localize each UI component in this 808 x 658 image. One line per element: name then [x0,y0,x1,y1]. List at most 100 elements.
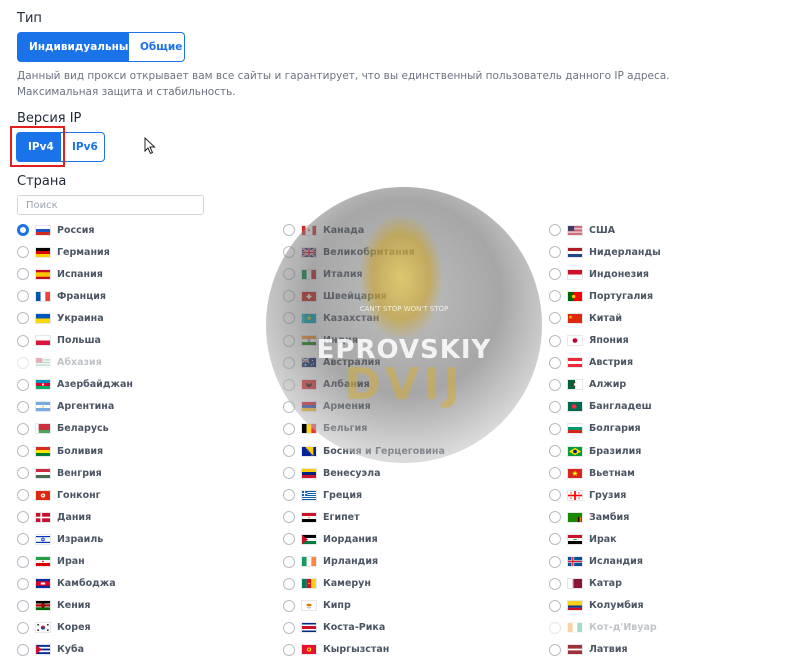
country-radio[interactable] [17,290,29,302]
country-radio[interactable] [17,489,29,501]
country-radio[interactable] [549,578,561,590]
country-radio[interactable] [549,467,561,479]
country-option[interactable]: Иордания [283,531,378,547]
country-radio[interactable] [283,401,295,413]
country-option[interactable]: Швейцария [283,288,387,304]
country-radio[interactable] [17,335,29,347]
country-option[interactable]: Украина [17,310,104,326]
country-option[interactable]: Бельгия [283,421,367,437]
country-option[interactable]: Иран [17,554,85,570]
country-option[interactable]: Франция [17,288,106,304]
country-radio[interactable] [283,423,295,435]
country-radio[interactable] [549,401,561,413]
country-radio[interactable] [283,489,295,501]
country-radio[interactable] [549,357,561,369]
country-option[interactable]: Алжир [549,377,626,393]
ipv6-button[interactable]: IPv6 [60,132,105,162]
country-option[interactable]: Кыргызстан [283,642,389,658]
country-option[interactable]: Индия [283,333,358,349]
country-option[interactable]: Куба [17,642,84,658]
country-radio[interactable] [17,467,29,479]
country-option[interactable]: Грузия [549,487,626,503]
country-radio[interactable] [283,268,295,280]
country-option[interactable]: Кения [17,598,91,614]
country-option[interactable]: США [549,222,615,238]
country-option[interactable]: Россия [17,222,95,238]
country-option[interactable]: Великобритания [283,244,415,260]
country-radio[interactable] [17,379,29,391]
country-radio[interactable] [549,224,561,236]
country-radio[interactable] [17,312,29,324]
country-radio[interactable] [283,467,295,479]
country-radio[interactable] [17,224,29,236]
country-option[interactable]: Португалия [549,288,653,304]
country-radio[interactable] [283,600,295,612]
country-option[interactable]: Египет [283,509,360,525]
country-option[interactable]: Замбия [549,509,629,525]
country-option[interactable]: Колумбия [549,598,644,614]
country-option[interactable]: Кипр [283,598,351,614]
country-radio[interactable] [17,533,29,545]
country-option[interactable]: Босния и Герцеговина [283,443,445,459]
country-radio[interactable] [549,489,561,501]
country-option[interactable]: Камерун [283,576,371,592]
country-option[interactable]: Бразилия [549,443,641,459]
country-option[interactable]: Канада [283,222,364,238]
country-radio[interactable] [283,335,295,347]
country-radio[interactable] [549,379,561,391]
country-option[interactable]: Вьетнам [549,465,635,481]
country-option[interactable]: Израиль [17,531,103,547]
country-radio[interactable] [17,556,29,568]
country-option[interactable]: Ирландия [283,554,378,570]
country-option[interactable]: Венгрия [17,465,102,481]
country-option[interactable]: Аргентина [17,399,114,415]
country-radio[interactable] [17,644,29,656]
country-option[interactable]: Венесуэла [283,465,381,481]
country-radio[interactable] [549,246,561,258]
country-option[interactable]: Польша [17,333,101,349]
country-radio[interactable] [17,511,29,523]
country-radio[interactable] [283,556,295,568]
country-option[interactable]: Болгария [549,421,641,437]
country-radio[interactable] [549,268,561,280]
country-option[interactable]: Гонконг [17,487,101,503]
country-radio[interactable] [283,533,295,545]
type-shared-button[interactable]: Общие [128,32,185,62]
country-option[interactable]: Катар [549,576,622,592]
country-option[interactable]: Латвия [549,642,628,658]
country-option[interactable]: Китай [549,310,622,326]
country-radio[interactable] [549,511,561,523]
country-radio[interactable] [549,290,561,302]
country-option[interactable]: Албания [283,377,370,393]
country-radio[interactable] [283,578,295,590]
country-option[interactable]: Корея [17,620,91,636]
country-radio[interactable] [17,268,29,280]
country-radio[interactable] [283,312,295,324]
country-option[interactable]: Армения [283,399,371,415]
country-option[interactable]: Германия [17,244,110,260]
country-option[interactable]: Индонезия [549,266,649,282]
country-option[interactable]: Испания [17,266,103,282]
country-option[interactable]: Камбоджа [17,576,116,592]
country-option[interactable]: Австрия [549,355,633,371]
country-radio[interactable] [283,379,295,391]
country-radio[interactable] [283,511,295,523]
country-option[interactable]: Беларусь [17,421,109,437]
country-option[interactable]: Австралия [283,355,380,371]
country-radio[interactable] [549,600,561,612]
country-option[interactable]: Азербайджан [17,377,133,393]
country-option[interactable]: Италия [283,266,363,282]
type-individual-button[interactable]: Индивидуальные [17,32,129,62]
country-radio[interactable] [17,246,29,258]
country-radio[interactable] [17,578,29,590]
country-option[interactable]: Исландия [549,554,643,570]
country-option[interactable]: Нидерланды [549,244,661,260]
country-radio[interactable] [549,644,561,656]
country-radio[interactable] [549,533,561,545]
ipv4-button[interactable]: IPv4 [16,132,61,162]
country-option[interactable]: Коста-Рика [283,620,385,636]
country-radio[interactable] [549,445,561,457]
country-radio[interactable] [549,556,561,568]
country-option[interactable]: Греция [283,487,362,503]
country-option[interactable]: Япония [549,333,629,349]
